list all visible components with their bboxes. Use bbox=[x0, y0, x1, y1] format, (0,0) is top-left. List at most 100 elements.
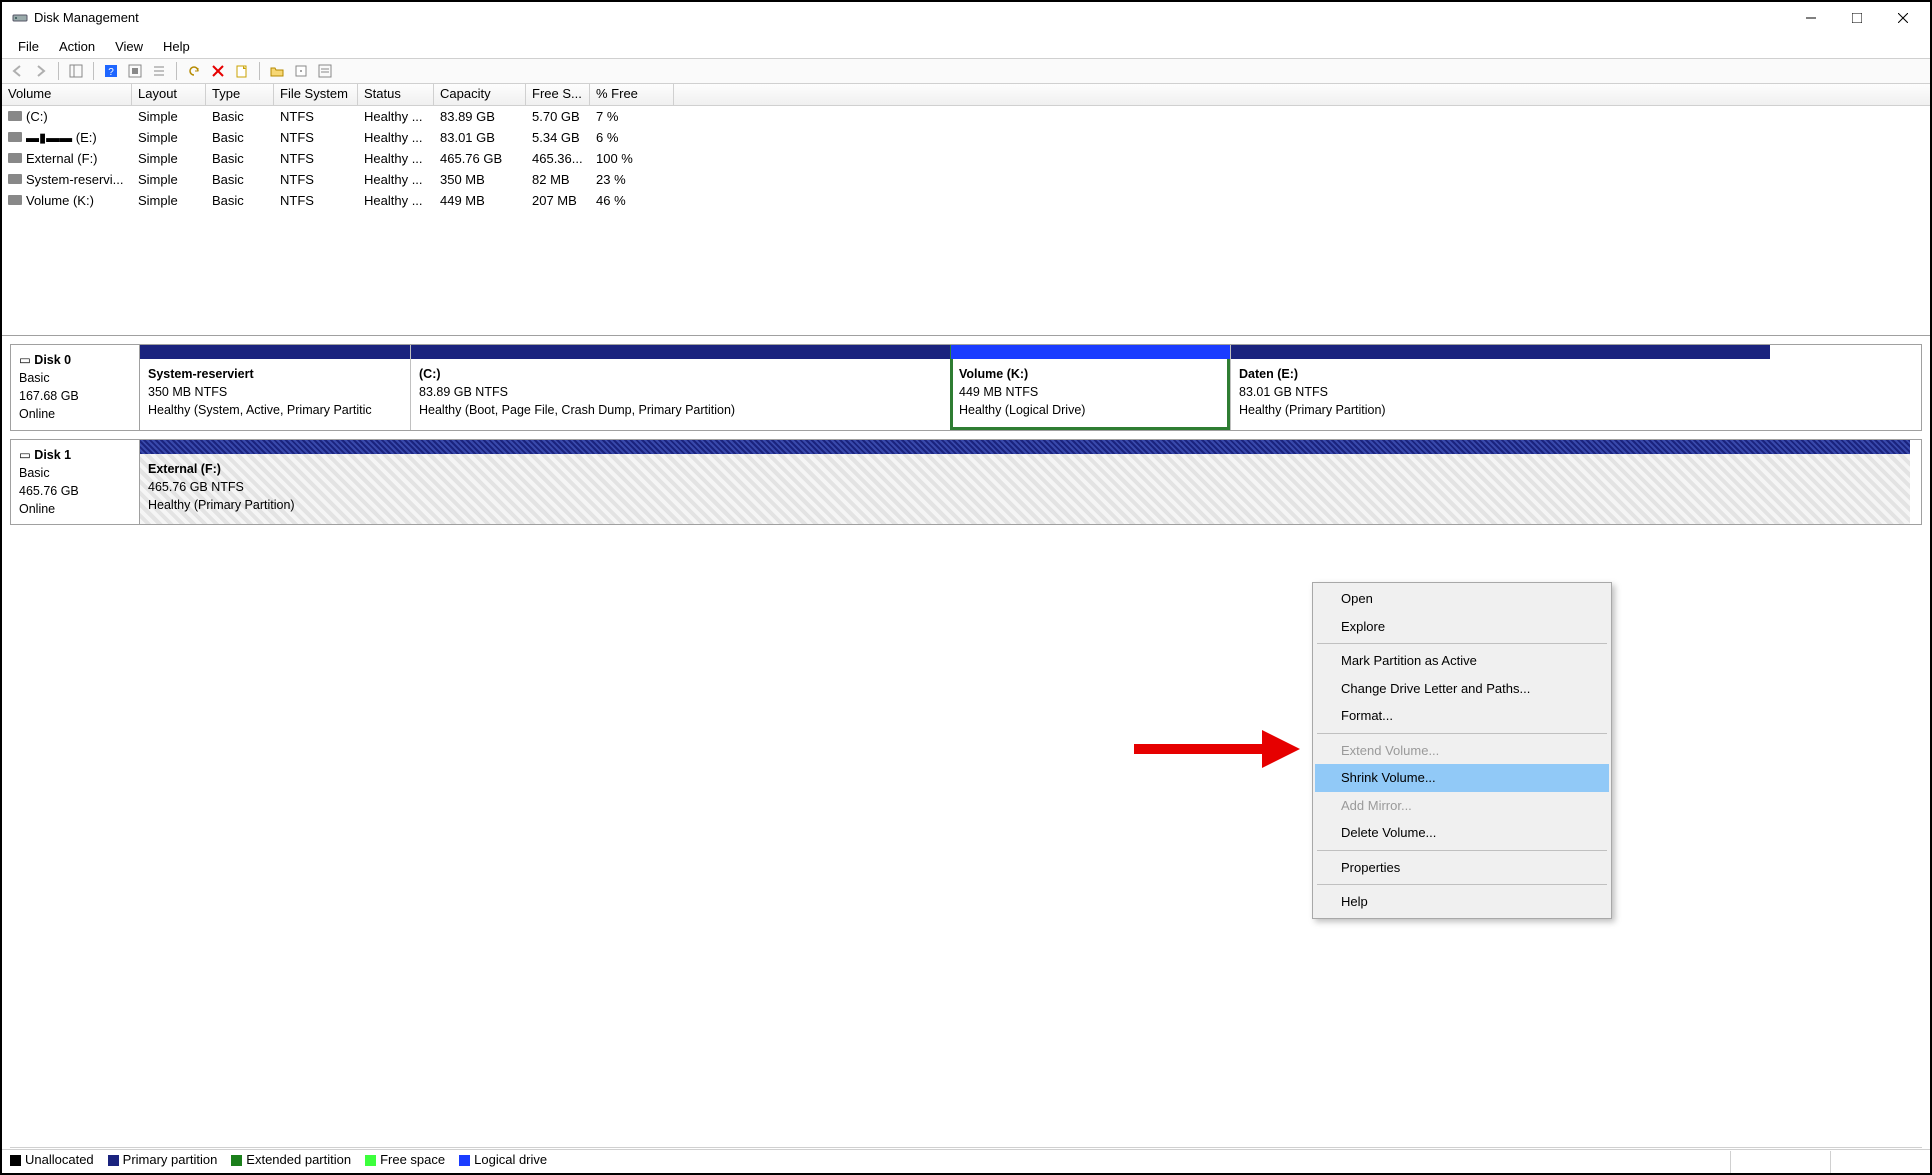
partition-status: Healthy (Logical Drive) bbox=[959, 403, 1085, 417]
col-type[interactable]: Type bbox=[206, 84, 274, 105]
toolbar: ? bbox=[2, 58, 1930, 84]
show-hide-tree-icon[interactable] bbox=[65, 60, 87, 82]
volume-row[interactable]: System-reservi...SimpleBasicNTFSHealthy … bbox=[2, 169, 1930, 190]
annotation-arrow bbox=[1134, 734, 1306, 764]
cell-fs: NTFS bbox=[274, 191, 358, 210]
cell-free: 82 MB bbox=[526, 170, 590, 189]
help-icon[interactable]: ? bbox=[100, 60, 122, 82]
back-button[interactable] bbox=[6, 60, 28, 82]
cell-pct: 46 % bbox=[590, 191, 674, 210]
context-menu-item[interactable]: Explore bbox=[1315, 613, 1609, 641]
menu-file[interactable]: File bbox=[8, 37, 49, 56]
delete-icon[interactable] bbox=[207, 60, 229, 82]
window-title: Disk Management bbox=[34, 10, 139, 25]
list-icon[interactable] bbox=[148, 60, 170, 82]
context-menu-item[interactable]: Shrink Volume... bbox=[1315, 764, 1609, 792]
cell-capacity: 449 MB bbox=[434, 191, 526, 210]
context-menu-item[interactable]: Open bbox=[1315, 585, 1609, 613]
cell-pct: 23 % bbox=[590, 170, 674, 189]
open-folder-icon[interactable] bbox=[266, 60, 288, 82]
app-icon bbox=[12, 10, 28, 26]
context-menu-item: Add Mirror... bbox=[1315, 792, 1609, 820]
cell-status: Healthy ... bbox=[358, 191, 434, 210]
new-icon[interactable] bbox=[231, 60, 253, 82]
cell-layout: Simple bbox=[132, 149, 206, 168]
col-freespace[interactable]: Free S... bbox=[526, 84, 590, 105]
context-menu-item[interactable]: Format... bbox=[1315, 702, 1609, 730]
partition[interactable]: External (F:)465.76 GB NTFSHealthy (Prim… bbox=[140, 440, 1910, 525]
col-layout[interactable]: Layout bbox=[132, 84, 206, 105]
drive-icon bbox=[8, 195, 22, 205]
partition-size: 83.89 GB NTFS bbox=[419, 385, 508, 399]
disk-label[interactable]: ▭ Disk 1Basic465.76 GBOnline bbox=[10, 439, 140, 526]
volume-row[interactable]: External (F:)SimpleBasicNTFSHealthy ...4… bbox=[2, 148, 1930, 169]
cell-pct: 6 % bbox=[590, 128, 674, 147]
disk-icon: ▭ bbox=[19, 448, 31, 462]
context-menu: OpenExplore Mark Partition as ActiveChang… bbox=[1312, 582, 1612, 919]
partition-title: External (F:) bbox=[148, 462, 221, 476]
drive-icon bbox=[8, 111, 22, 121]
context-menu-item[interactable]: Delete Volume... bbox=[1315, 819, 1609, 847]
status-bar bbox=[2, 1149, 1930, 1173]
menu-help[interactable]: Help bbox=[153, 37, 200, 56]
maximize-button[interactable] bbox=[1834, 3, 1880, 33]
disk-row: ▭ Disk 0Basic167.68 GBOnline System-reser… bbox=[10, 344, 1922, 431]
volume-row[interactable]: (C:)SimpleBasicNTFSHealthy ...83.89 GB5.… bbox=[2, 106, 1930, 127]
cell-type: Basic bbox=[206, 149, 274, 168]
context-menu-separator bbox=[1317, 850, 1607, 851]
partition-size: 350 MB NTFS bbox=[148, 385, 227, 399]
cell-status: Healthy ... bbox=[358, 149, 434, 168]
context-menu-item[interactable]: Change Drive Letter and Paths... bbox=[1315, 675, 1609, 703]
cell-fs: NTFS bbox=[274, 149, 358, 168]
menu-view[interactable]: View bbox=[105, 37, 153, 56]
cell-fs: NTFS bbox=[274, 170, 358, 189]
partition[interactable]: Volume (K:)449 MB NTFSHealthy (Logical D… bbox=[950, 345, 1230, 430]
disk-label[interactable]: ▭ Disk 0Basic167.68 GBOnline bbox=[10, 344, 140, 431]
cell-status: Healthy ... bbox=[358, 107, 434, 126]
partition-size: 449 MB NTFS bbox=[959, 385, 1038, 399]
col-volume[interactable]: Volume bbox=[2, 84, 132, 105]
col-pctfree[interactable]: % Free bbox=[590, 84, 674, 105]
volume-name: ▬▮▬▬ (E:) bbox=[26, 130, 97, 145]
menu-action[interactable]: Action bbox=[49, 37, 105, 56]
cell-type: Basic bbox=[206, 107, 274, 126]
minimize-button[interactable] bbox=[1788, 3, 1834, 33]
svg-text:?: ? bbox=[108, 67, 114, 78]
partition[interactable]: (C:)83.89 GB NTFSHealthy (Boot, Page Fil… bbox=[410, 345, 950, 430]
cell-free: 465.36... bbox=[526, 149, 590, 168]
partition-status: Healthy (Boot, Page File, Crash Dump, Pr… bbox=[419, 403, 735, 417]
more-icon[interactable] bbox=[314, 60, 336, 82]
cell-capacity: 83.89 GB bbox=[434, 107, 526, 126]
col-status[interactable]: Status bbox=[358, 84, 434, 105]
cell-layout: Simple bbox=[132, 107, 206, 126]
drive-icon bbox=[8, 153, 22, 163]
forward-button[interactable] bbox=[30, 60, 52, 82]
cell-free: 207 MB bbox=[526, 191, 590, 210]
context-menu-item[interactable]: Properties bbox=[1315, 854, 1609, 882]
volume-row[interactable]: Volume (K:)SimpleBasicNTFSHealthy ...449… bbox=[2, 190, 1930, 211]
context-menu-separator bbox=[1317, 733, 1607, 734]
cell-capacity: 465.76 GB bbox=[434, 149, 526, 168]
context-menu-item[interactable]: Mark Partition as Active bbox=[1315, 647, 1609, 675]
partition-title: System-reserviert bbox=[148, 367, 254, 381]
disk-row: ▭ Disk 1Basic465.76 GBOnline External (F:… bbox=[10, 439, 1922, 526]
context-menu-separator bbox=[1317, 884, 1607, 885]
volume-name: External (F:) bbox=[26, 151, 98, 166]
col-filesystem[interactable]: File System bbox=[274, 84, 358, 105]
settings-icon[interactable] bbox=[124, 60, 146, 82]
cell-layout: Simple bbox=[132, 191, 206, 210]
close-button[interactable] bbox=[1880, 3, 1926, 33]
partition-size: 465.76 GB NTFS bbox=[148, 480, 244, 494]
cell-type: Basic bbox=[206, 170, 274, 189]
properties-icon[interactable] bbox=[290, 60, 312, 82]
partition-status: Healthy (Primary Partition) bbox=[1239, 403, 1386, 417]
cell-fs: NTFS bbox=[274, 128, 358, 147]
partition[interactable]: System-reserviert350 MB NTFSHealthy (Sys… bbox=[140, 345, 410, 430]
undo-icon[interactable] bbox=[183, 60, 205, 82]
volume-row[interactable]: ▬▮▬▬ (E:)SimpleBasicNTFSHealthy ...83.01… bbox=[2, 127, 1930, 148]
partition[interactable]: Daten (E:)83.01 GB NTFSHealthy (Primary … bbox=[1230, 345, 1770, 430]
col-capacity[interactable]: Capacity bbox=[434, 84, 526, 105]
context-menu-item[interactable]: Help bbox=[1315, 888, 1609, 916]
cell-status: Healthy ... bbox=[358, 170, 434, 189]
cell-type: Basic bbox=[206, 128, 274, 147]
